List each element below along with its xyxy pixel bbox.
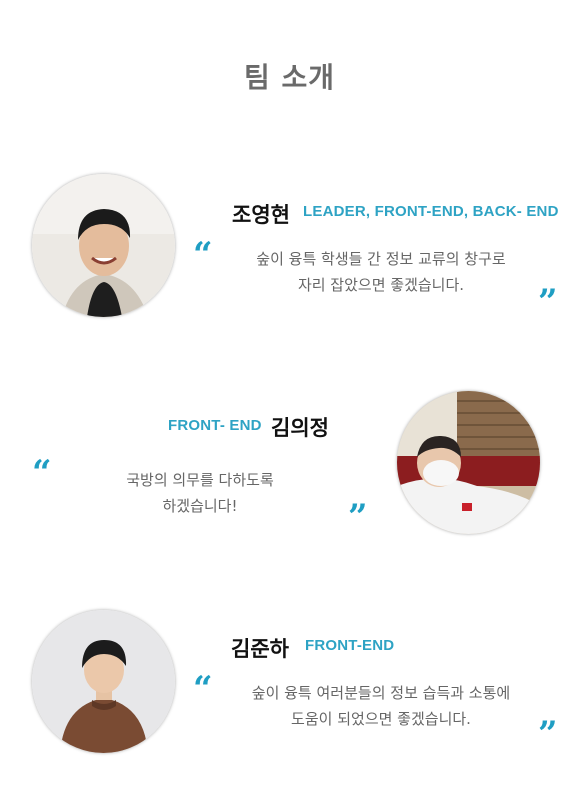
close-quote-icon: ” [538, 282, 558, 322]
close-quote-icon: ” [538, 714, 558, 754]
avatar [32, 174, 175, 317]
avatar [397, 391, 540, 534]
member-role: FRONT-END [305, 637, 395, 654]
quote-line: 하겠습니다! [162, 497, 238, 515]
member-quote: 숲이 융특 학생들 간 정보 교류의 창구로 자리 잡았으면 좋겠습니다. [205, 246, 557, 298]
quote-line: 도움이 되었으면 좋겠습니다. [291, 710, 471, 728]
quote-line: 숲이 융특 학생들 간 정보 교류의 창구로 [256, 250, 506, 268]
quote-line: 국방의 의무를 다하도록 [126, 471, 274, 489]
page-title: 팀 소개 [243, 61, 336, 94]
member-name: 김준하 [231, 637, 289, 661]
member-quote: 국방의 의무를 다하도록 하겠습니다! [80, 467, 320, 519]
member-role: LEADER, FRONT-END, BACK- END [303, 203, 559, 220]
member-quote: 숲이 융특 여러분들의 정보 습득과 소통에 도움이 되었으면 좋겠습니다. [205, 680, 557, 732]
member-name: 김의정 [271, 416, 329, 440]
member-role: FRONT- END [168, 417, 262, 434]
member-photo-1 [32, 174, 175, 317]
quote-line: 자리 잡았으면 좋겠습니다. [297, 276, 465, 294]
close-quote-icon: ” [348, 497, 368, 537]
member-photo-2 [397, 391, 540, 534]
quote-line: 숲이 융특 여러분들의 정보 습득과 소통에 [251, 684, 511, 702]
member-name: 조영현 [232, 203, 290, 227]
avatar [32, 610, 175, 753]
member-photo-3 [32, 610, 175, 753]
open-quote-icon: “ [32, 453, 52, 493]
